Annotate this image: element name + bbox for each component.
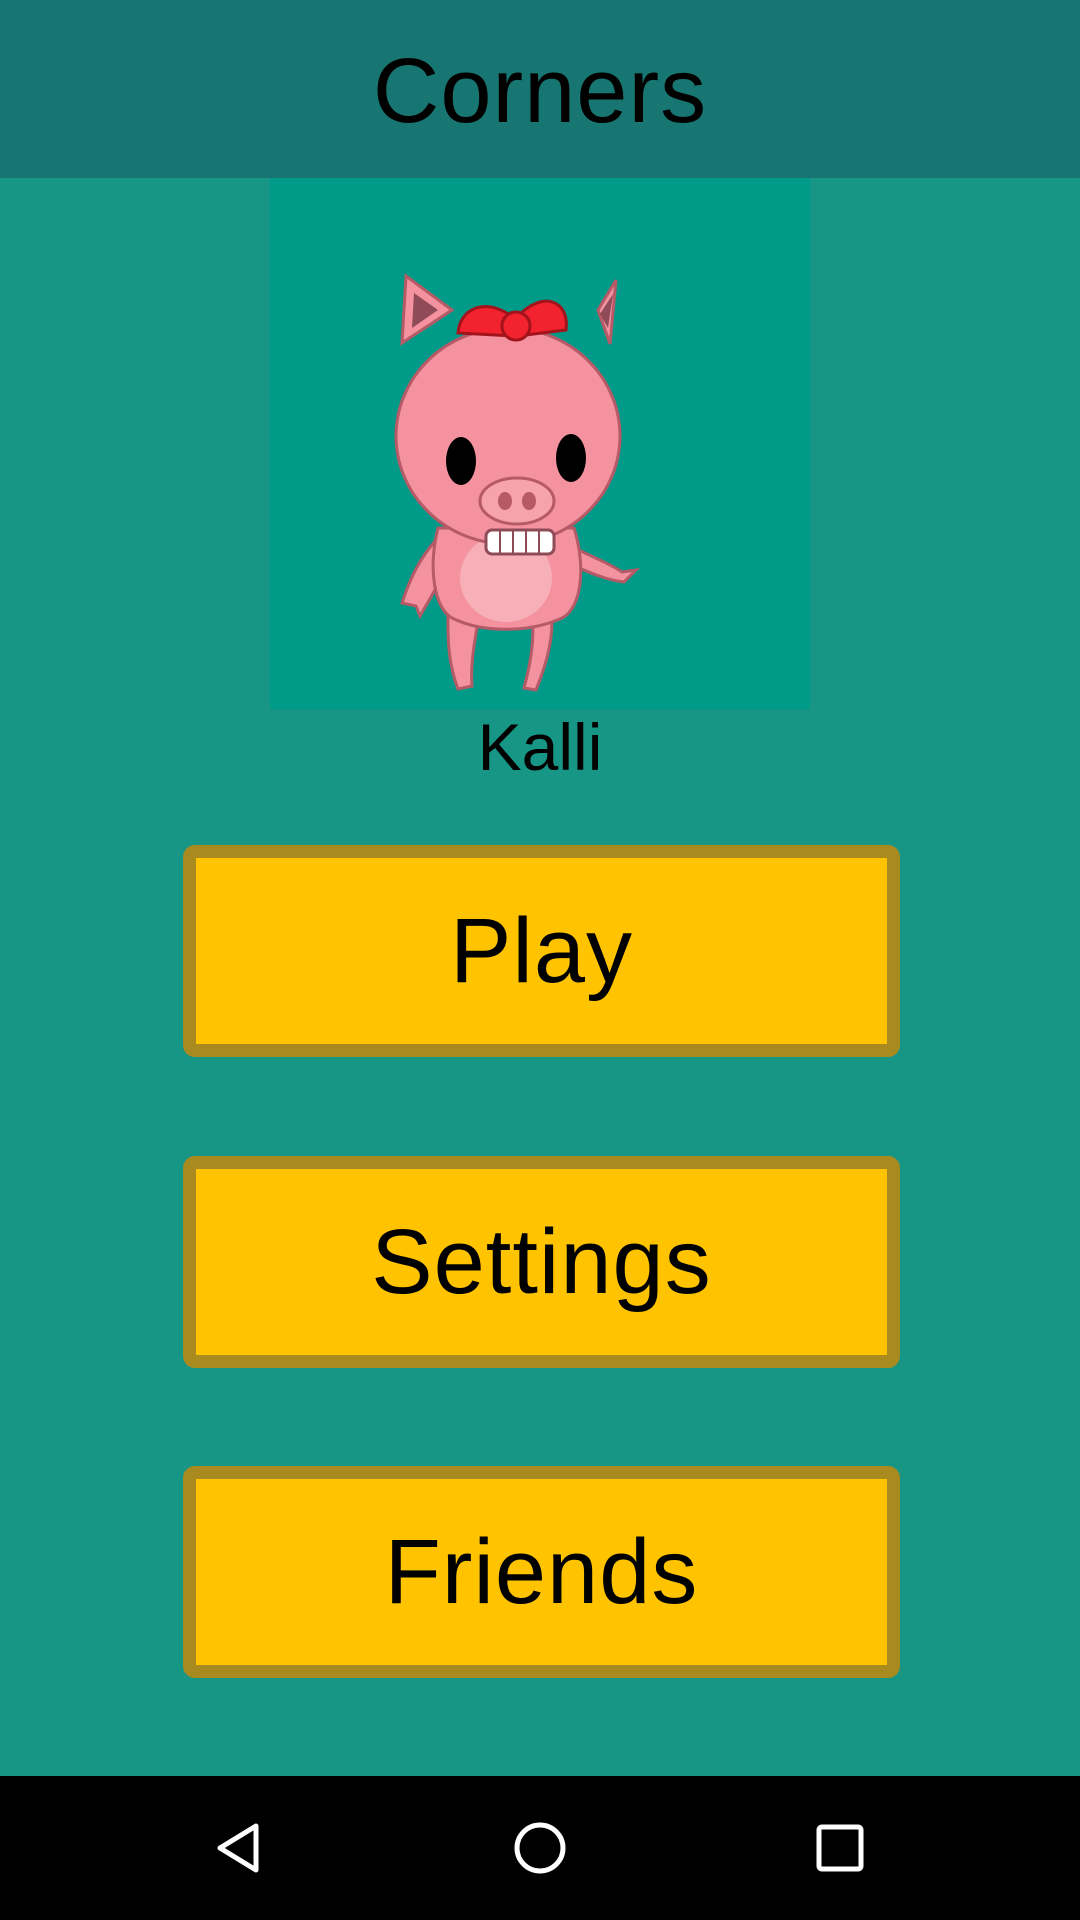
friends-button-label: Friends — [384, 1521, 699, 1623]
back-icon — [217, 1823, 259, 1873]
home-button[interactable] — [460, 1776, 620, 1920]
app-bar: Corners — [0, 0, 1080, 178]
recents-icon — [816, 1824, 864, 1872]
settings-button[interactable]: Settings — [183, 1156, 900, 1368]
play-button[interactable]: Play — [183, 845, 900, 1057]
play-button-label: Play — [450, 900, 633, 1002]
navigation-bar — [0, 1776, 1080, 1920]
settings-button-label: Settings — [371, 1211, 712, 1313]
recents-button[interactable] — [760, 1776, 920, 1920]
app-title: Corners — [372, 40, 708, 142]
player-name: Kalli — [477, 710, 603, 784]
back-button[interactable] — [160, 1776, 320, 1920]
pig-avatar-icon — [394, 273, 641, 692]
home-icon — [514, 1822, 566, 1874]
friends-button[interactable]: Friends — [183, 1466, 900, 1678]
avatar-panel[interactable] — [270, 178, 810, 709]
